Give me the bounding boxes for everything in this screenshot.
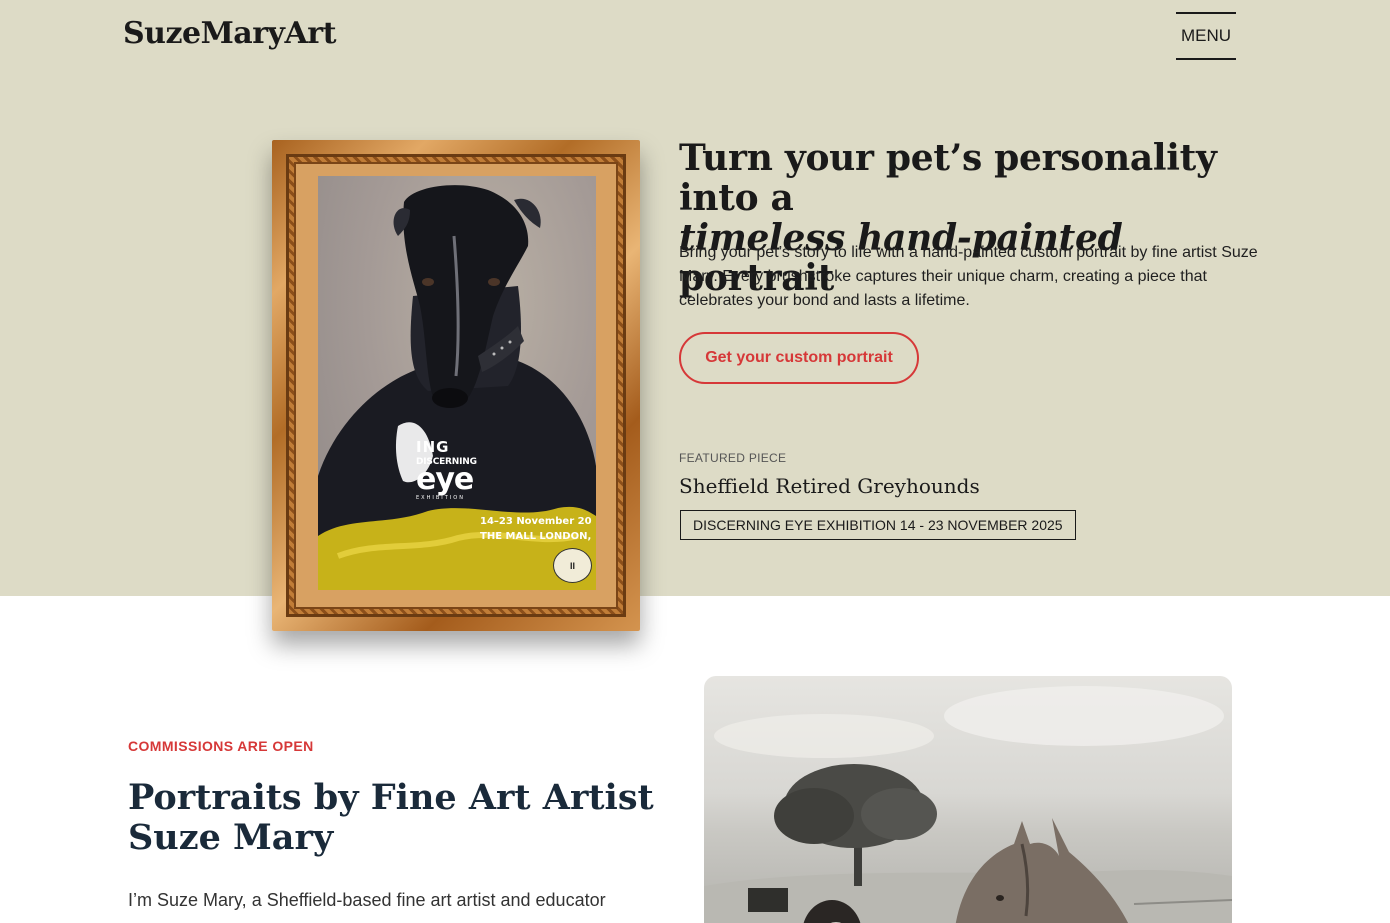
exhibition-badge[interactable]: DISCERNING EYE EXHIBITION 14 - 23 NOVEMB…	[680, 510, 1076, 540]
exhibition-logo-top: ING	[416, 438, 450, 456]
artist-with-horse-photo	[704, 676, 1232, 923]
commissions-eyebrow: COMMISSIONS ARE OPEN	[128, 738, 314, 754]
hero-description: Bring your pet’s story to life with a ha…	[679, 244, 1258, 309]
about-title: Portraits by Fine Art Artist Suze Mary	[128, 777, 654, 858]
exhibition-location-line: THE MALL LONDON,	[480, 531, 592, 542]
greyhound-painting: ING DISCERNING eye EXHIBITION 14–23 Nove…	[318, 176, 596, 590]
pause-icon: II	[569, 560, 575, 571]
featured-piece-label: FEATURED PIECE	[679, 451, 787, 465]
menu-button[interactable]: MENU	[1176, 12, 1236, 60]
artist-photo-illustration	[704, 686, 1232, 923]
exhibition-logo: ING DISCERNING eye EXHIBITION	[416, 438, 477, 501]
featured-piece-title: Sheffield Retired Greyhounds	[679, 474, 980, 498]
exhibition-date-line: 14–23 November 20	[480, 516, 592, 527]
about-intro: I’m Suze Mary, a Sheffield-based fine ar…	[128, 890, 606, 910]
slideshow-pause-button[interactable]: II	[553, 548, 592, 583]
site-logo[interactable]: SuzeMaryArt	[123, 16, 336, 51]
exhibition-dates-overlay: 14–23 November 20 THE MALL LONDON,	[480, 514, 592, 544]
hero-title-line1: Turn your pet’s personality into a	[679, 137, 1217, 219]
get-custom-portrait-button[interactable]: Get your custom portrait	[679, 332, 919, 384]
exhibition-logo-main: eye	[416, 462, 474, 497]
